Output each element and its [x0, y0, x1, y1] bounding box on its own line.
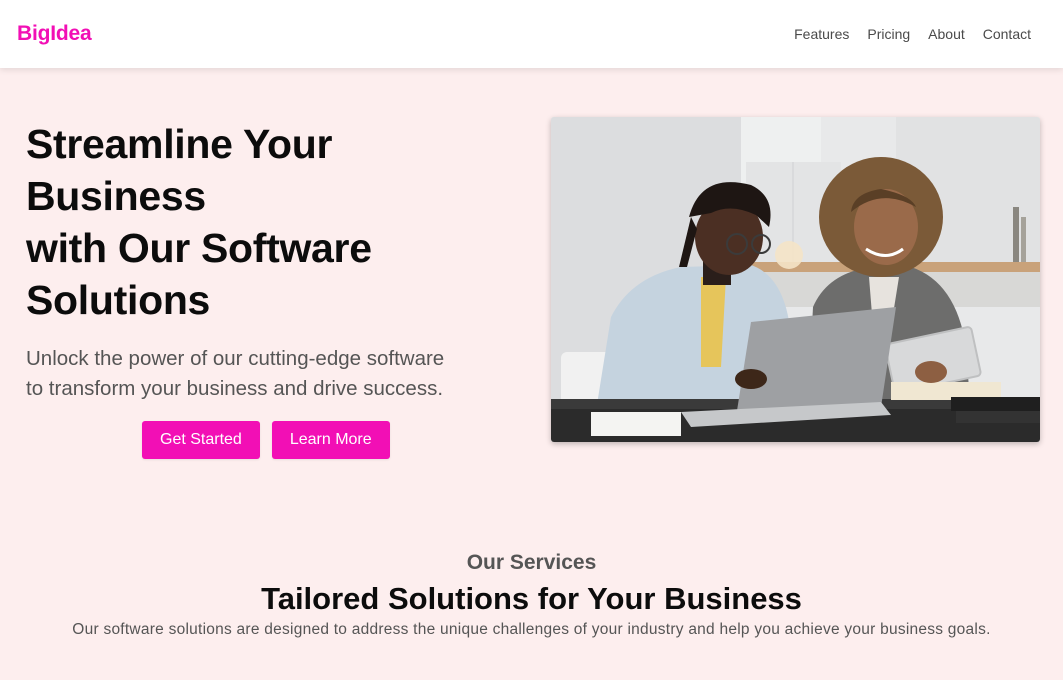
nav-link-pricing[interactable]: Pricing: [867, 26, 910, 42]
hero-title-line: with Our Software: [26, 225, 372, 271]
team-laptop-photo: [551, 117, 1040, 442]
services-description: Our software solutions are designed to a…: [72, 621, 991, 638]
hero-buttons: Get Started Learn More: [142, 421, 390, 459]
navbar: BigIdea Features Pricing About Contact: [0, 0, 1063, 68]
services-section: Our Services Tailored Solutions for Your…: [0, 549, 1063, 641]
get-started-button[interactable]: Get Started: [142, 421, 260, 459]
services-eyebrow: Our Services: [466, 551, 597, 574]
hero-title-line: Streamline Your: [26, 121, 333, 167]
hero-title-line: Solutions: [26, 277, 211, 323]
hero-subtitle: Unlock the power of our cutting-edge sof…: [26, 344, 516, 404]
brand-logo[interactable]: BigIdea: [17, 22, 92, 46]
nav-link-features[interactable]: Features: [794, 26, 849, 42]
nav-links: Features Pricing About Contact: [794, 26, 1031, 42]
nav-link-contact[interactable]: Contact: [983, 26, 1031, 42]
services-heading: Tailored Solutions for Your Business: [261, 581, 802, 616]
hero-title: Streamline Your Business with Our Softwa…: [26, 118, 516, 326]
hero-subtitle-line: Unlock the power of our cutting-edge sof…: [26, 347, 445, 370]
hero-subtitle-line: to transform your business and drive suc…: [26, 377, 444, 400]
hero-title-line: Business: [26, 173, 206, 219]
hero-image: [551, 117, 1040, 442]
nav-link-about[interactable]: About: [928, 26, 965, 42]
learn-more-button[interactable]: Learn More: [271, 421, 390, 459]
hero-section: Streamline Your Business with Our Softwa…: [26, 118, 516, 404]
